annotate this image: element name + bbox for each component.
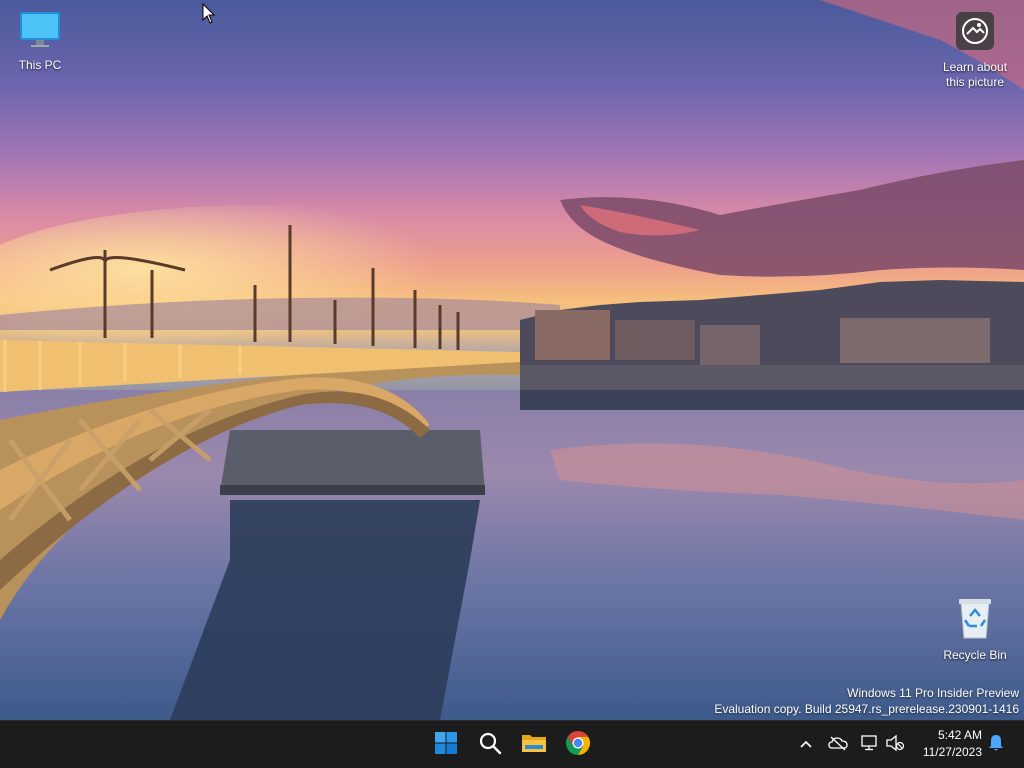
mouse-cursor-icon [202,2,216,30]
desktop-icon-label: This PC [18,58,62,72]
camera-icon [954,10,996,56]
windows-watermark: Windows 11 Pro Insider Preview Evaluatio… [714,685,1019,717]
desktop-icon-label: Recycle Bin [943,648,1007,662]
watermark-edition: Windows 11 Pro Insider Preview [847,686,1019,700]
volume-tray-button[interactable] [883,733,907,757]
search-button[interactable] [470,725,510,765]
file-explorer-button[interactable] [514,725,554,765]
show-hidden-icons-button[interactable] [794,733,818,757]
volume-muted-icon [885,734,905,757]
start-button[interactable] [426,725,466,765]
notifications-button[interactable] [984,733,1008,757]
desktop-icon-this-pc[interactable]: This PC [0,10,80,73]
clock-time: 5:42 AM [937,728,982,742]
desktop-icon-learn-about-picture[interactable]: Learn about this picture [935,10,1015,90]
onedrive-tray-button[interactable] [826,733,850,757]
folder-icon [521,731,547,760]
watermark-build: Evaluation copy. Build 25947.rs_prerelea… [714,702,1019,716]
recycle-bin-icon [955,596,995,644]
search-icon [478,731,502,760]
chrome-icon [565,730,591,761]
monitor-icon [18,10,62,54]
chrome-button[interactable] [558,725,598,765]
network-tray-button[interactable] [858,733,882,757]
taskbar: 5:42 AM 11/27/2023 [0,720,1024,768]
clock-button[interactable]: 5:42 AM 11/27/2023 [923,727,982,761]
windows-logo-icon [434,731,458,760]
wallpaper-scene [0,0,1024,720]
clock-date: 11/27/2023 [922,745,982,759]
notification-bell-icon [987,733,1005,758]
desktop-icon-recycle-bin[interactable]: Recycle Bin [935,596,1015,663]
chevron-up-icon [799,736,813,754]
network-icon [860,734,880,757]
desktop-background[interactable]: This PC Learn about this picture Recycle… [0,0,1024,720]
desktop-icon-label: Learn about this picture [942,60,1008,89]
cloud-offline-icon [828,735,848,756]
